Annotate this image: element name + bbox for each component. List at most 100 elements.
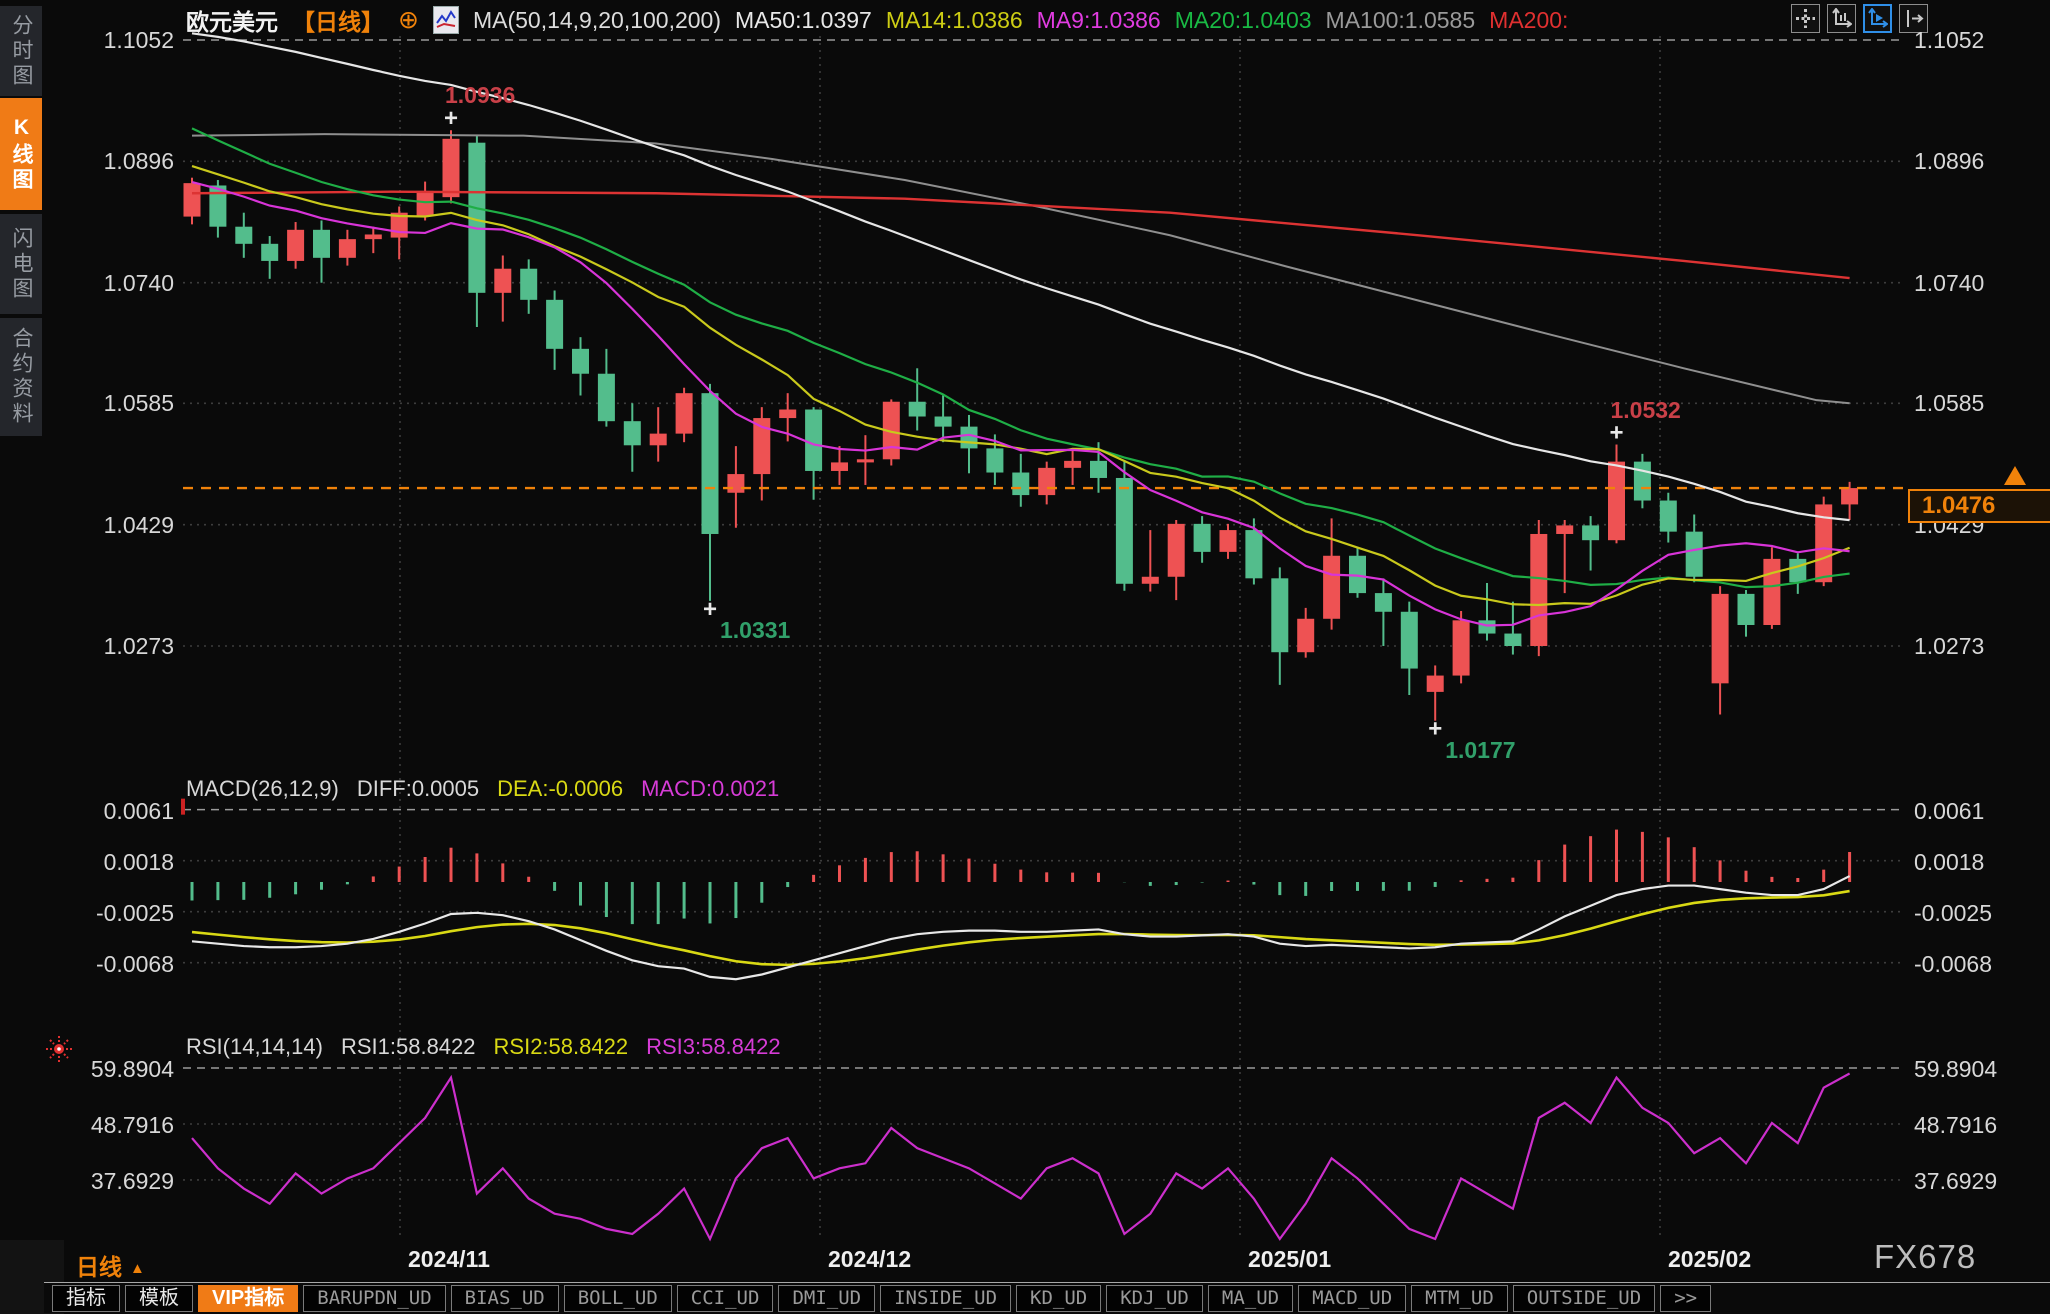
candle-body xyxy=(1064,461,1081,468)
candle-body xyxy=(805,410,822,471)
price-axis-right: 1.0585 xyxy=(1914,390,2039,417)
tab-macd-ud[interactable]: MACD_UD xyxy=(1298,1285,1406,1312)
candle-body xyxy=(1660,501,1677,532)
rsi-axis-left: 48.7916 xyxy=(49,1112,174,1139)
symbol-name: 欧元美元 xyxy=(186,3,278,37)
annotation-low: 1.0177 xyxy=(1445,737,1515,764)
crosshair-move-icon[interactable] xyxy=(1791,4,1820,33)
price-chart-canvas[interactable]: ++++ xyxy=(0,0,2050,1314)
annotation-high: 1.0532 xyxy=(1611,397,1681,424)
tab-kd-ud[interactable]: KD_UD xyxy=(1016,1285,1101,1312)
candle-body xyxy=(1608,462,1625,541)
axis-scale-icon[interactable] xyxy=(1827,4,1856,33)
rsi-line xyxy=(192,1074,1850,1239)
macd-axis-right: 0.0061 xyxy=(1914,798,2039,825)
candle-body xyxy=(546,300,563,349)
add-compare-icon[interactable]: ⊕ xyxy=(398,5,419,35)
candle-body xyxy=(235,227,252,244)
tab-kdj-ud[interactable]: KDJ_UD xyxy=(1106,1285,1203,1312)
tab-cci-ud[interactable]: CCI_UD xyxy=(677,1285,774,1312)
candle-body xyxy=(676,393,693,433)
current-price-tag: 1.0476 xyxy=(1908,489,2050,523)
x-axis-date: 2025/01 xyxy=(1248,1246,1331,1273)
macd-title: MACD(26,12,9) xyxy=(186,776,339,802)
tab-inside-ud[interactable]: INSIDE_UD xyxy=(880,1285,1011,1312)
macd-legend: MACD(26,12,9) DIFF:0.0005 DEA:-0.0006 MA… xyxy=(186,776,779,802)
x-axis-date: 2024/12 xyxy=(828,1246,911,1273)
price-axis-right: 1.0896 xyxy=(1914,148,2039,175)
candle-body xyxy=(1401,612,1418,669)
diff-line xyxy=(192,876,1850,979)
candle-body xyxy=(339,239,356,258)
x-axis-date: 2024/11 xyxy=(408,1246,490,1273)
ma200-value: MA200: xyxy=(1489,7,1568,34)
tab-vip-indicators[interactable]: VIP指标 xyxy=(198,1285,298,1312)
chevron-up-icon: ▲ xyxy=(130,1260,145,1277)
candle-body xyxy=(1116,478,1133,584)
candle-body xyxy=(1763,559,1780,625)
extreme-marker: + xyxy=(444,105,458,132)
x-axis-date: 2025/02 xyxy=(1668,1246,1751,1273)
candle-body xyxy=(1271,578,1288,652)
candle-body xyxy=(1582,525,1599,540)
candle-body xyxy=(961,427,978,449)
axis-autoplay-icon[interactable] xyxy=(1863,4,1892,33)
candle-body xyxy=(1738,594,1755,625)
ma100-value: MA100:1.0585 xyxy=(1326,7,1476,34)
sidebar-item-lightning-chart[interactable]: 闪电图 xyxy=(0,214,42,314)
candle-body xyxy=(443,139,460,197)
candle-body xyxy=(1220,530,1237,552)
candle-body xyxy=(702,393,719,534)
tab-dmi-ud[interactable]: DMI_UD xyxy=(778,1285,875,1312)
tab-indicators[interactable]: 指标 xyxy=(52,1285,120,1312)
candle-body xyxy=(520,269,537,300)
macd-value: MACD:0.0021 xyxy=(641,776,779,802)
rsi-axis-right: 37.6929 xyxy=(1914,1168,2039,1195)
ma50-value: MA50:1.0397 xyxy=(735,7,872,34)
candles-layer xyxy=(184,130,1859,720)
tab-barupdn-ud[interactable]: BARUPDN_UD xyxy=(303,1285,445,1312)
sidebar-item-time-chart[interactable]: 分时图 xyxy=(0,6,42,96)
extreme-marker: + xyxy=(1428,716,1442,743)
period-tag[interactable]: 【日线】 xyxy=(292,3,384,37)
candle-body xyxy=(1142,577,1159,584)
candle-body xyxy=(624,421,641,445)
macd-axis-left: 0.0018 xyxy=(49,849,174,876)
candle-body xyxy=(1789,559,1806,582)
candle-body xyxy=(287,230,304,261)
ma14-value: MA14:1.0386 xyxy=(886,7,1023,34)
candle-body xyxy=(1038,468,1055,495)
macd-axis-right: -0.0068 xyxy=(1914,951,2039,978)
candle-body xyxy=(598,374,615,421)
tab-templates[interactable]: 模板 xyxy=(125,1285,193,1312)
candle-body xyxy=(1686,532,1703,577)
candle-body xyxy=(1427,676,1444,692)
chart-toolbar xyxy=(1791,4,1928,33)
tab-boll-ud[interactable]: BOLL_UD xyxy=(564,1285,672,1312)
chart-header: 欧元美元 【日线】 ⊕ MA(50,14,9,20,100,200) MA50:… xyxy=(186,5,1568,35)
indicator-tabbar: 指标 模板 VIP指标 BARUPDN_UD BIAS_UD BOLL_UD C… xyxy=(44,1282,2050,1313)
price-axis-left: 1.1052 xyxy=(49,27,174,54)
annotation-high: 1.0936 xyxy=(445,82,515,109)
price-axis-right: 1.1052 xyxy=(1914,27,2039,54)
candle-body xyxy=(1712,594,1729,683)
period-selector-label: 日线 xyxy=(76,1254,122,1280)
sidebar-item-kline-chart[interactable]: K线图 xyxy=(0,98,42,210)
period-selector[interactable]: 日线 ▲ xyxy=(76,1248,145,1282)
tab-ma-ud[interactable]: MA_UD xyxy=(1208,1285,1293,1312)
tab-more[interactable]: >> xyxy=(1660,1285,1711,1312)
tab-outside-ud[interactable]: OUTSIDE_UD xyxy=(1513,1285,1655,1312)
rsi1-value: RSI1:58.8422 xyxy=(341,1034,476,1060)
candle-body xyxy=(831,462,848,471)
annotation-low: 1.0331 xyxy=(720,617,790,644)
price-axis-left: 1.0273 xyxy=(49,633,174,660)
macd-diff-value: DIFF:0.0005 xyxy=(357,776,479,802)
sidebar-item-contract-info[interactable]: 合约资料 xyxy=(0,318,42,436)
indicator-settings-icon[interactable] xyxy=(433,6,459,34)
tab-bias-ud[interactable]: BIAS_UD xyxy=(451,1285,559,1312)
ma-lines-layer xyxy=(192,33,1850,625)
tab-mtm-ud[interactable]: MTM_UD xyxy=(1411,1285,1508,1312)
chart-application: ++++ 分时图 K线图 闪电图 合约资料 欧元美元 【日线】 ⊕ MA(50,… xyxy=(0,0,2050,1314)
candle-body xyxy=(986,448,1003,472)
watermark: FX678 xyxy=(1874,1238,1976,1276)
